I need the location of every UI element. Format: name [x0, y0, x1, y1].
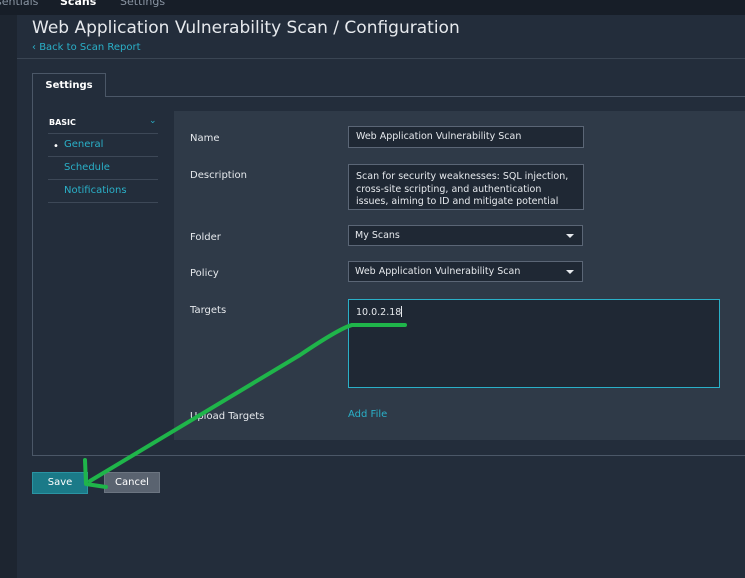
cancel-button[interactable]: Cancel	[104, 472, 160, 493]
folder-select-value: My Scans	[355, 230, 400, 241]
targets-label: Targets	[190, 305, 227, 316]
policy-label: Policy	[190, 268, 219, 279]
name-field[interactable]: Web Application Vulnerability Scan	[348, 126, 584, 148]
add-file-link[interactable]: Add File	[348, 409, 387, 420]
sidebar-divider	[48, 156, 158, 157]
caret-down-icon	[566, 234, 574, 238]
description-label: Description	[190, 170, 247, 181]
page-title: Web Application Vulnerability Scan / Con…	[32, 18, 460, 38]
upload-targets-label: Upload Targets	[190, 411, 265, 422]
save-button[interactable]: Save	[32, 472, 88, 494]
header-divider	[17, 58, 745, 59]
sidebar-section-basic[interactable]: BASIC	[49, 118, 76, 127]
description-field[interactable]: Scan for security weaknesses: SQL inject…	[348, 164, 584, 210]
caret-down-icon	[566, 270, 574, 274]
policy-select[interactable]: Web Application Vulnerability Scan	[348, 261, 583, 282]
sidebar-item-schedule[interactable]: Schedule	[64, 162, 110, 173]
top-navigation: sentials Scans Settings	[0, 0, 745, 15]
selected-bullet-icon: •	[53, 141, 59, 152]
back-link-label: Back to Scan Report	[39, 42, 141, 53]
left-strip	[0, 15, 17, 578]
tab-settings[interactable]: Settings	[32, 73, 106, 97]
nav-item-settings[interactable]: Settings	[120, 0, 165, 8]
targets-field[interactable]: 10.0.2.18	[348, 299, 720, 388]
sidebar-divider	[48, 133, 158, 134]
folder-select[interactable]: My Scans	[348, 225, 583, 246]
annotation-arrow-head	[83, 458, 108, 489]
sidebar-item-general[interactable]: General	[64, 139, 103, 150]
folder-label: Folder	[190, 232, 221, 243]
sidebar-divider	[48, 179, 158, 180]
nav-item-scans[interactable]: Scans	[60, 0, 96, 8]
chevron-down-icon[interactable]: ⌄	[149, 116, 157, 126]
sidebar-divider	[48, 202, 158, 203]
name-label: Name	[190, 133, 220, 144]
back-link[interactable]: ‹ Back to Scan Report	[32, 42, 141, 53]
nav-item-essentials[interactable]: sentials	[0, 0, 38, 8]
sidebar-item-notifications[interactable]: Notifications	[64, 185, 127, 196]
policy-select-value: Web Application Vulnerability Scan	[355, 266, 521, 277]
targets-value: 10.0.2.18	[356, 307, 402, 318]
text-cursor	[401, 306, 403, 317]
